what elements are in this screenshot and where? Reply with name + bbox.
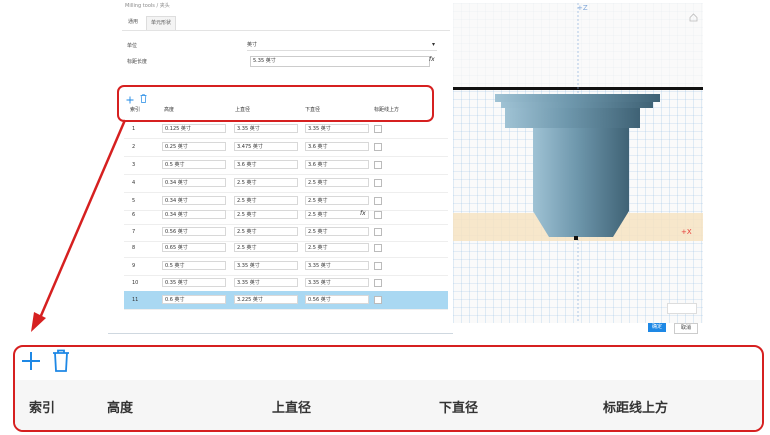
col-index: 索引 [29, 400, 56, 415]
plus-icon[interactable] [20, 349, 42, 373]
col-lower-diameter: 下直径 [439, 400, 479, 415]
col-above-gauge: 标距线上方 [603, 400, 669, 415]
trash-icon[interactable] [52, 349, 70, 373]
col-upper-diameter: 上直径 [272, 400, 312, 415]
col-height: 高度 [107, 400, 134, 415]
